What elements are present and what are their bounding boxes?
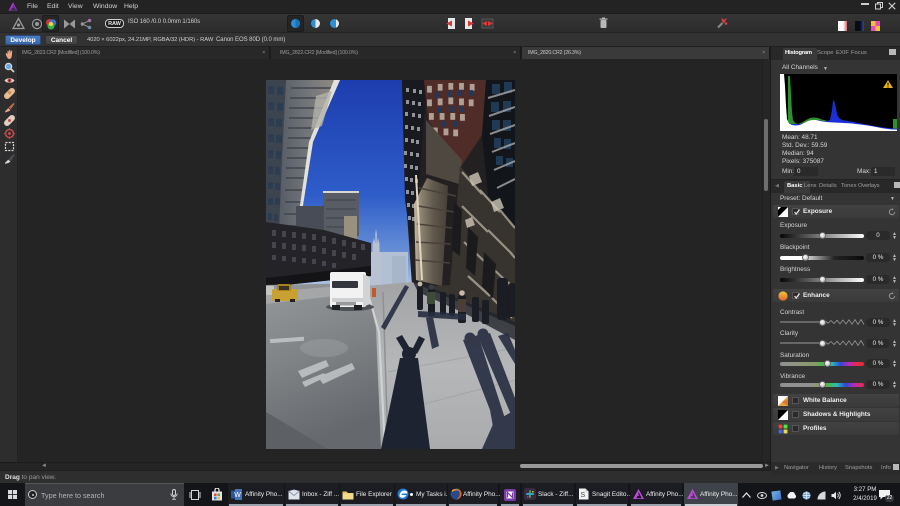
svg-text:S: S	[581, 492, 586, 499]
svg-text:W: W	[234, 492, 241, 499]
